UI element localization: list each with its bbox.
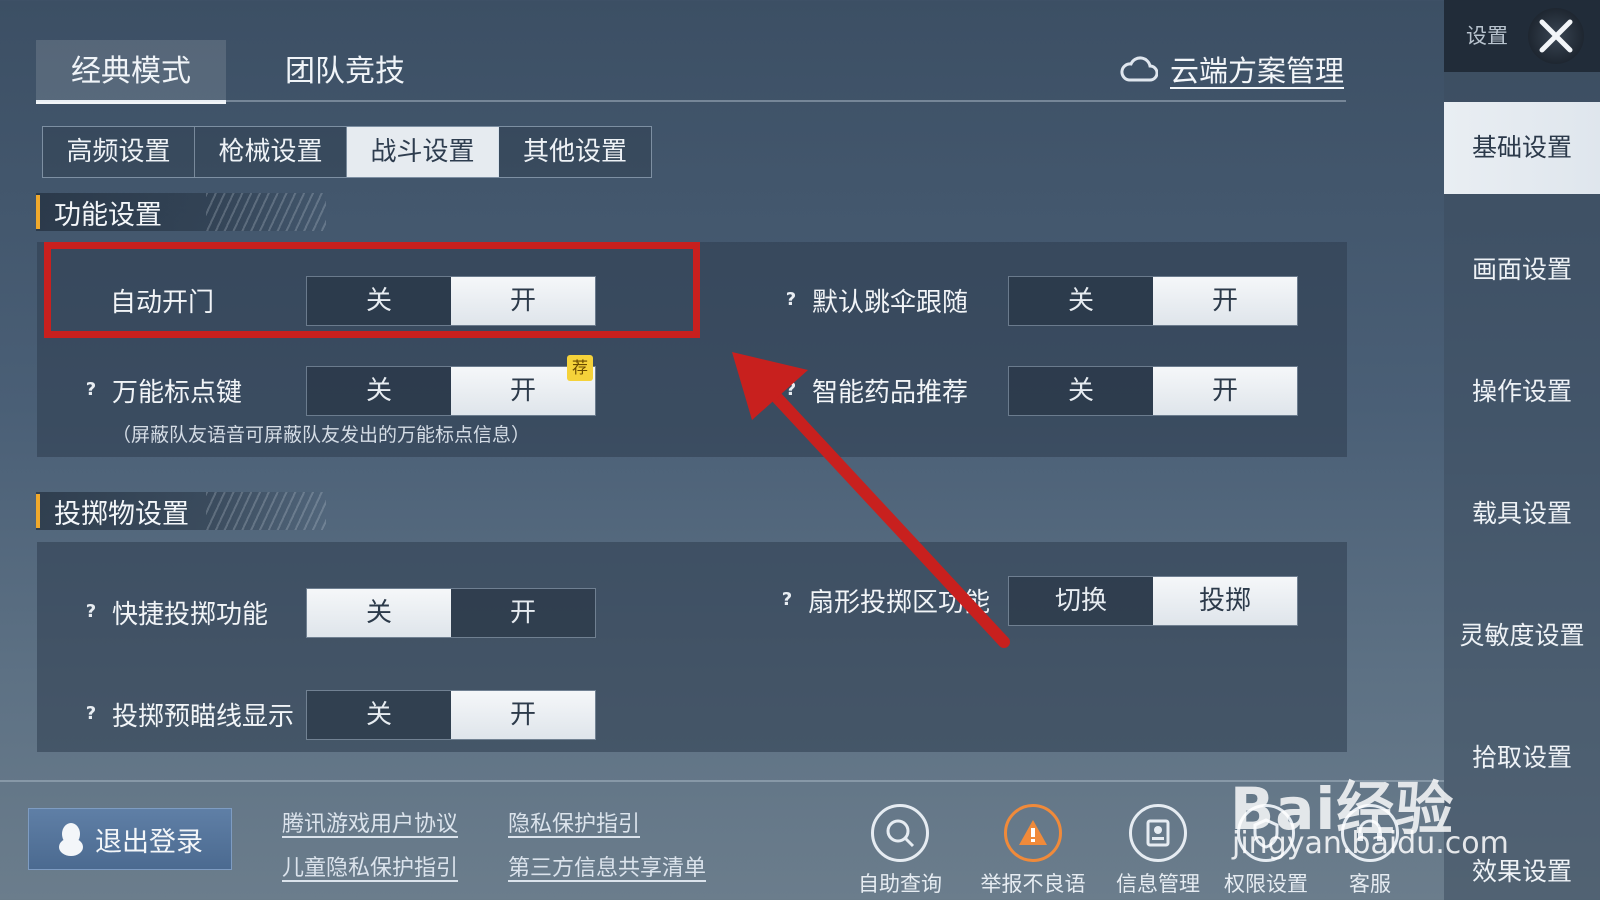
link-child-privacy[interactable]: 儿童隐私保护指引 bbox=[282, 850, 458, 882]
penguin-icon bbox=[59, 823, 83, 856]
link-user-agreement[interactable]: 腾讯游戏用户协议 bbox=[282, 806, 458, 838]
sidebar-item-controls[interactable]: 操作设置 bbox=[1444, 346, 1600, 438]
sidebar-item-basic[interactable]: 基础设置 bbox=[1444, 102, 1600, 194]
self-service-label: 自助查询 bbox=[858, 872, 942, 896]
info-management-label: 信息管理 bbox=[1116, 872, 1200, 896]
profile-icon bbox=[1129, 804, 1187, 862]
sidebar-title: 设置 bbox=[1466, 24, 1508, 48]
search-icon bbox=[871, 804, 929, 862]
logout-label: 退出登录 bbox=[95, 826, 203, 858]
report-voice-icon bbox=[1004, 804, 1062, 862]
self-service-button[interactable]: 自助查询 bbox=[850, 804, 950, 898]
watermark-url: jingyan.baidu.com bbox=[1232, 826, 1509, 861]
report-voice-label: 举报不良语音 bbox=[980, 872, 1086, 896]
bottom-divider bbox=[0, 780, 1444, 782]
sidebar-item-pickup[interactable]: 拾取设置 bbox=[1444, 712, 1600, 804]
permission-settings-label: 权限设置 bbox=[1224, 872, 1308, 896]
info-management-button[interactable]: 信息管理 bbox=[1108, 804, 1208, 898]
link-third-party-sharing[interactable]: 第三方信息共享清单 bbox=[508, 850, 706, 882]
sidebar-item-sensitivity[interactable]: 灵敏度设置 bbox=[1444, 590, 1600, 682]
link-privacy-guide[interactable]: 隐私保护指引 bbox=[508, 806, 640, 838]
sidebar-item-graphics[interactable]: 画面设置 bbox=[1444, 224, 1600, 316]
sidebar-item-vehicles[interactable]: 载具设置 bbox=[1444, 468, 1600, 560]
close-icon bbox=[1539, 19, 1573, 53]
report-voice-button[interactable]: 举报不良语音 bbox=[978, 804, 1088, 900]
settings-screen: 经典模式 团队竞技 云端方案管理 高频设置 枪械设置 战斗设置 其他设置 功能设… bbox=[0, 0, 1600, 900]
logout-button[interactable]: 退出登录 bbox=[28, 808, 232, 870]
close-button[interactable] bbox=[1528, 8, 1584, 64]
support-label: 客服 bbox=[1349, 872, 1391, 896]
